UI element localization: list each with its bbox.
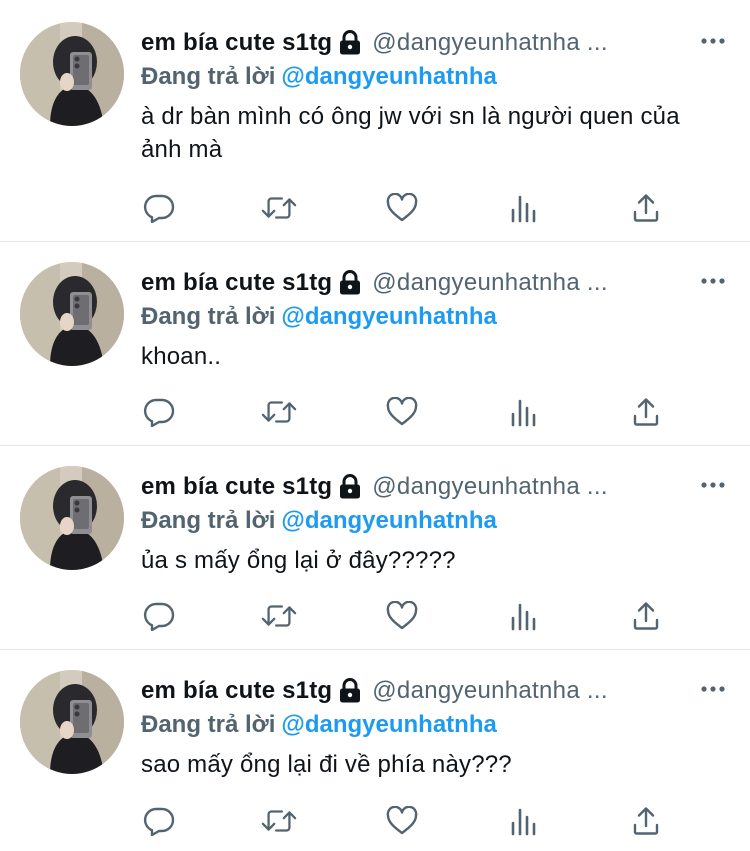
display-name[interactable]: em bía cute s1tg [141, 269, 332, 297]
mention-link[interactable]: @dangyeunhatnha [281, 507, 496, 534]
share-icon[interactable] [628, 397, 664, 427]
replying-label: Đang trả lời [141, 711, 276, 738]
reply-icon[interactable] [141, 193, 177, 223]
replying-label: Đang trả lời [141, 507, 276, 534]
tweet-text: khoan.. [141, 343, 222, 370]
more-options-icon[interactable] [698, 470, 728, 500]
display-name[interactable]: em bía cute s1tg [141, 473, 332, 501]
retweet-icon[interactable] [261, 601, 297, 631]
tweet-content: em bía cute s1tg @dangyeunhatnha ... Đan… [141, 676, 730, 781]
tweet-header: em bía cute s1tg @dangyeunhatnha ... [141, 472, 730, 502]
tweet[interactable]: em bía cute s1tg @dangyeunhatnha ... Đan… [0, 650, 750, 851]
retweet-icon[interactable] [261, 806, 297, 836]
more-options-icon[interactable] [698, 266, 728, 296]
analytics-icon[interactable] [506, 397, 542, 427]
replying-label: Đang trả lời [141, 63, 276, 90]
lock-icon [338, 678, 362, 704]
tweet-text: à dr bàn mình có ông jw với sn là người … [141, 103, 680, 163]
reply-icon[interactable] [141, 806, 177, 836]
lock-icon [338, 30, 362, 56]
tweet-actions [141, 397, 750, 427]
user-handle[interactable]: @dangyeunhatnha ... [372, 473, 608, 501]
like-icon[interactable] [384, 397, 420, 427]
mention-link[interactable]: @dangyeunhatnha [281, 711, 496, 738]
tweet[interactable]: em bía cute s1tg @dangyeunhatnha ... Đan… [0, 446, 750, 650]
retweet-icon[interactable] [261, 193, 297, 223]
share-icon[interactable] [628, 193, 664, 223]
tweet-content: em bía cute s1tg @dangyeunhatnha ... Đan… [141, 28, 730, 166]
user-handle[interactable]: @dangyeunhatnha ... [372, 677, 608, 705]
tweet[interactable]: em bía cute s1tg @dangyeunhatnha ... Đan… [0, 242, 750, 446]
mention-link[interactable]: @dangyeunhatnha [281, 63, 496, 90]
like-icon[interactable] [384, 806, 420, 836]
replying-to: Đang trả lời @dangyeunhatnha [141, 300, 730, 334]
mention-link[interactable]: @dangyeunhatnha [281, 303, 496, 330]
tweet-header: em bía cute s1tg @dangyeunhatnha ... [141, 676, 730, 706]
lock-icon [338, 474, 362, 500]
replying-label: Đang trả lời [141, 303, 276, 330]
tweet-header: em bía cute s1tg @dangyeunhatnha ... [141, 28, 730, 58]
avatar[interactable] [20, 22, 124, 126]
tweet-text: sao mấy ổng lại đi về phía này??? [141, 751, 512, 778]
tweet-header: em bía cute s1tg @dangyeunhatnha ... [141, 268, 730, 298]
tweet-actions [141, 806, 750, 836]
retweet-icon[interactable] [261, 397, 297, 427]
analytics-icon[interactable] [506, 193, 542, 223]
reply-icon[interactable] [141, 397, 177, 427]
user-handle[interactable]: @dangyeunhatnha ... [372, 269, 608, 297]
analytics-icon[interactable] [506, 806, 542, 836]
tweet-feed: em bía cute s1tg @dangyeunhatnha ... Đan… [0, 0, 750, 851]
avatar[interactable] [20, 466, 124, 570]
more-options-icon[interactable] [698, 26, 728, 56]
like-icon[interactable] [384, 193, 420, 223]
replying-to: Đang trả lời @dangyeunhatnha [141, 60, 730, 94]
avatar[interactable] [20, 670, 124, 774]
like-icon[interactable] [384, 601, 420, 631]
share-icon[interactable] [628, 806, 664, 836]
avatar[interactable] [20, 262, 124, 366]
tweet-actions [141, 601, 750, 631]
share-icon[interactable] [628, 601, 664, 631]
tweet-content: em bía cute s1tg @dangyeunhatnha ... Đan… [141, 268, 730, 373]
display-name[interactable]: em bía cute s1tg [141, 677, 332, 705]
display-name[interactable]: em bía cute s1tg [141, 29, 332, 57]
tweet-text: ủa s mấy ổng lại ở đây????? [141, 547, 456, 574]
replying-to: Đang trả lời @dangyeunhatnha [141, 708, 730, 742]
tweet-actions [141, 193, 750, 223]
analytics-icon[interactable] [506, 601, 542, 631]
tweet[interactable]: em bía cute s1tg @dangyeunhatnha ... Đan… [0, 0, 750, 242]
tweet-content: em bía cute s1tg @dangyeunhatnha ... Đan… [141, 472, 730, 577]
lock-icon [338, 270, 362, 296]
user-handle[interactable]: @dangyeunhatnha ... [372, 29, 608, 57]
more-options-icon[interactable] [698, 674, 728, 704]
replying-to: Đang trả lời @dangyeunhatnha [141, 504, 730, 538]
reply-icon[interactable] [141, 601, 177, 631]
